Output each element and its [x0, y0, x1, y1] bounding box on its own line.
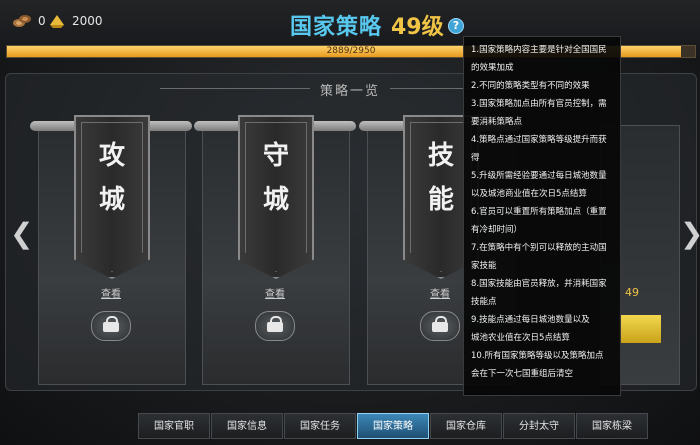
banner-char: 城 — [98, 185, 125, 215]
strategy-level: 49级 — [391, 15, 444, 40]
tooltip-line: 3.国家策略加点由所有官员控制，需 — [471, 99, 607, 109]
tooltip-line: 10.所有国家策略等级以及策略加点 — [471, 351, 604, 361]
gold-count: 2000 — [72, 14, 103, 28]
tooltip-line: 8.国家技能由官员释放，并消耗国家 — [471, 279, 607, 289]
view-link[interactable]: 查看 — [202, 285, 348, 300]
tooltip-line: 得 — [471, 153, 480, 163]
tooltip-line: 9.技能点通过每日城池数量以及 — [471, 315, 590, 325]
tooltip-line: 城池农业值在次日5点结算 — [471, 333, 570, 343]
tab-governors[interactable]: 分封太守 — [503, 413, 575, 439]
tab-pillars[interactable]: 国家栋梁 — [576, 413, 648, 439]
tooltip-line: 4.策略点通过国家策略等级提升而获 — [471, 135, 607, 145]
tooltip-line: 技能点 — [471, 297, 497, 307]
tab-officials[interactable]: 国家官职 — [138, 413, 210, 439]
help-tooltip: 1.国家策略内容主要是针对全国国民 的效果加成 2.不同的策略类型有不同的效果 … — [463, 36, 621, 396]
page-title: 国家策略 — [290, 15, 383, 40]
banner: 攻 城 — [74, 115, 150, 279]
tab-warehouse[interactable]: 国家仓库 — [430, 413, 502, 439]
banner-char: 守 — [262, 141, 289, 171]
strategy-card-defense[interactable]: 守 城 查看 — [194, 115, 356, 385]
title-divider-right — [390, 88, 470, 89]
banner: 守 城 — [238, 115, 314, 279]
wood-count: 0 — [38, 14, 46, 28]
view-link[interactable]: 查看 — [38, 285, 184, 300]
tooltip-line: 以及城池商业值在次日5点结算 — [471, 189, 587, 199]
tooltip-line: 6.官员可以重置所有策略加点（重置 — [471, 207, 607, 217]
tooltip-line: 1.国家策略内容主要是针对全国国民 — [471, 45, 607, 55]
lock-icon — [255, 311, 295, 341]
gold-icon — [50, 15, 64, 28]
lock-icon — [420, 311, 460, 341]
tooltip-line: 7.在策略中有个别可以释放的主动国 — [471, 243, 607, 253]
lock-icon — [91, 311, 131, 341]
next-arrow-icon[interactable]: ❯ — [680, 217, 700, 250]
tab-tasks[interactable]: 国家任务 — [284, 413, 356, 439]
tooltip-line: 5.升级所需经验要通过每日城池数量 — [471, 171, 607, 181]
strategy-card-attack[interactable]: 攻 城 查看 — [30, 115, 192, 385]
tooltip-line: 要消耗策略点 — [471, 117, 523, 127]
tooltip-line: 家技能 — [471, 261, 497, 271]
banner-char: 城 — [262, 185, 289, 215]
tooltip-line: 2.不同的策略类型有不同的效果 — [471, 81, 590, 91]
gold-resource: 2000 — [48, 13, 103, 29]
tooltip-line: 的效果加成 — [471, 63, 514, 73]
wood-resource: 0 — [12, 13, 46, 29]
banner-char: 攻 — [98, 141, 125, 171]
tab-info[interactable]: 国家信息 — [211, 413, 283, 439]
upgrade-button[interactable] — [619, 315, 661, 343]
tech-level: 49 — [625, 286, 639, 299]
wood-icon — [13, 15, 31, 27]
prev-arrow-icon[interactable]: ❮ — [10, 217, 33, 250]
bottom-tabs: 国家官职 国家信息 国家任务 国家策略 国家仓库 分封太守 国家栋梁 — [138, 413, 649, 439]
help-icon[interactable]: ? — [448, 18, 464, 34]
tooltip-line: 会在下一次七国重组后清空 — [471, 369, 574, 379]
tooltip-line: 有冷却时间） — [471, 225, 523, 235]
tab-strategy[interactable]: 国家策略 — [357, 413, 429, 439]
